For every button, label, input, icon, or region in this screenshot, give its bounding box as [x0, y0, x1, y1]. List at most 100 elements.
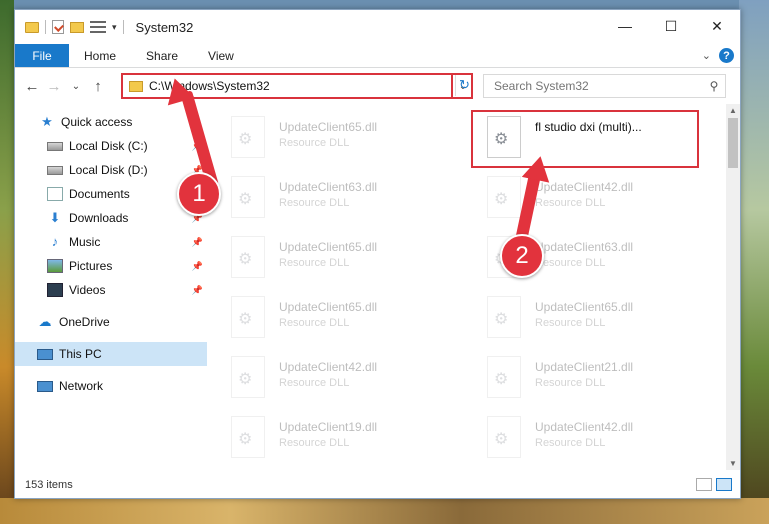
back-button[interactable]: ← [21, 78, 43, 95]
file-highlight-box [471, 110, 699, 168]
address-path[interactable]: C:\Windows\System32 [149, 79, 455, 93]
scroll-up-icon[interactable]: ▲ [726, 106, 740, 115]
file-name: UpdateClient42.dll [535, 420, 634, 434]
file-type: Resource DLL [279, 197, 350, 209]
file-name: UpdateClient63.dll [535, 240, 634, 254]
recent-locations-dropdown[interactable]: ⌄ [65, 81, 87, 92]
videos-icon [47, 283, 63, 297]
desktop-wallpaper-bottom [0, 498, 769, 524]
list-item[interactable]: UpdateClient65.dll Resource DLL [215, 110, 455, 164]
sidebar-item-videos[interactable]: Videos 📌 [15, 278, 207, 302]
step-badge-1: 1 [177, 172, 221, 216]
scrollbar-thumb[interactable] [728, 118, 738, 168]
vertical-scrollbar[interactable]: ▲ ▼ [726, 104, 740, 470]
search-icon[interactable]: ⚲ [703, 79, 725, 93]
sidebar-item-label: Local Disk (D:) [69, 163, 148, 177]
sidebar-item-label: Quick access [61, 115, 133, 129]
customize-toolbar-dropdown[interactable]: ▾ [112, 22, 117, 33]
list-item[interactable]: UpdateClient63.dll Resource DLL [215, 170, 455, 224]
step-badge-2: 2 [500, 234, 544, 278]
sidebar-item-local-disk-d[interactable]: Local Disk (D:) 📌 [15, 158, 207, 182]
dll-file-icon [487, 176, 521, 218]
file-name: UpdateClient21.dll [535, 360, 634, 374]
list-item[interactable]: UpdateClient65.dll Resource DLL [215, 230, 455, 284]
sidebar-item-music[interactable]: ♪ Music 📌 [15, 230, 207, 254]
sidebar-item-label: Documents [69, 187, 130, 201]
up-button[interactable]: ↑ [87, 78, 109, 95]
list-item[interactable]: UpdateClient42.dll Resource DLL [469, 410, 709, 464]
folder-icon [129, 80, 143, 92]
search-box[interactable]: ⚲ [483, 74, 726, 98]
pin-icon: 📌 [191, 260, 203, 271]
help-icon[interactable]: ? [719, 48, 734, 63]
file-name: UpdateClient42.dll [535, 180, 634, 194]
drive-icon [47, 141, 63, 151]
forward-button[interactable]: → [43, 78, 65, 95]
large-icons-view-icon[interactable] [716, 478, 732, 491]
list-item[interactable]: UpdateClient19.dll Resource DLL [215, 410, 455, 464]
file-explorer-window: ▾ System32 — ☐ ✕ File Home Share View ⌄ … [14, 9, 741, 499]
desktop-wallpaper-left [0, 0, 14, 524]
sidebar-item-label: Network [59, 379, 104, 393]
search-input[interactable] [494, 79, 703, 93]
ribbon-right-controls: ⌄ ? [702, 48, 734, 63]
view-list-icon[interactable] [90, 21, 106, 33]
dll-file-icon [231, 116, 265, 158]
view-toggle [696, 478, 732, 491]
dll-file-icon [487, 296, 521, 338]
new-folder-icon[interactable] [70, 21, 84, 33]
toolbar-divider [45, 20, 46, 34]
properties-icon[interactable] [52, 20, 64, 34]
sidebar-item-pictures[interactable]: Pictures 📌 [15, 254, 207, 278]
item-count: 153 items [25, 479, 73, 491]
star-icon: ★ [41, 114, 53, 129]
quick-access-toolbar: ▾ [15, 20, 124, 34]
sidebar-item-label: Videos [69, 283, 106, 297]
file-type: Resource DLL [535, 317, 606, 329]
documents-icon [47, 187, 63, 201]
title-bar: ▾ System32 — ☐ ✕ [15, 10, 740, 44]
maximize-button[interactable]: ☐ [648, 10, 694, 42]
network-icon [37, 380, 53, 392]
sidebar-item-onedrive[interactable]: ☁ OneDrive [15, 310, 207, 334]
list-item[interactable]: UpdateClient42.dll Resource DLL [469, 170, 709, 224]
sidebar-item-network[interactable]: Network [15, 374, 207, 398]
file-name: UpdateClient65.dll [535, 300, 634, 314]
pictures-icon [47, 259, 63, 273]
list-item[interactable]: UpdateClient42.dll Resource DLL [215, 350, 455, 404]
sidebar-item-local-disk-c[interactable]: Local Disk (C:) 📌 [15, 134, 207, 158]
file-type: Resource DLL [279, 377, 350, 389]
file-name: UpdateClient42.dll [279, 360, 378, 374]
window-title: System32 [135, 19, 194, 35]
sidebar-item-label: Downloads [69, 211, 129, 225]
dll-file-icon [231, 416, 265, 458]
dll-file-icon [231, 176, 265, 218]
tab-home[interactable]: Home [69, 44, 131, 67]
list-item[interactable]: UpdateClient65.dll Resource DLL [469, 290, 709, 344]
tab-view[interactable]: View [193, 44, 249, 67]
list-item[interactable]: UpdateClient21.dll Resource DLL [469, 350, 709, 404]
file-name: UpdateClient19.dll [279, 420, 378, 434]
sidebar-item-quick-access[interactable]: ★ Quick access [15, 110, 207, 134]
tab-share[interactable]: Share [131, 44, 193, 67]
close-button[interactable]: ✕ [694, 10, 740, 42]
dll-file-icon [487, 356, 521, 398]
file-type: Resource DLL [279, 137, 350, 149]
music-icon: ♪ [51, 234, 59, 249]
refresh-highlight [451, 73, 473, 99]
ribbon-tabs: File Home Share View ⌄ ? [15, 44, 740, 68]
file-type: Resource DLL [535, 437, 606, 449]
pin-icon: 📌 [191, 236, 203, 247]
tab-file[interactable]: File [15, 44, 69, 67]
scroll-down-icon[interactable]: ▼ [726, 459, 740, 468]
expand-ribbon-chevron-icon[interactable]: ⌄ [702, 49, 711, 62]
pc-icon [37, 348, 53, 360]
list-item[interactable]: UpdateClient65.dll Resource DLL [215, 290, 455, 344]
sidebar-item-downloads[interactable]: ⬇ Downloads 📌 [15, 206, 207, 230]
minimize-button[interactable]: — [602, 10, 648, 42]
sidebar-item-label: This PC [59, 347, 102, 361]
window-controls: — ☐ ✕ [602, 10, 740, 42]
file-name: UpdateClient65.dll [279, 240, 378, 254]
sidebar-item-this-pc[interactable]: This PC [15, 342, 207, 366]
details-view-icon[interactable] [696, 478, 712, 491]
